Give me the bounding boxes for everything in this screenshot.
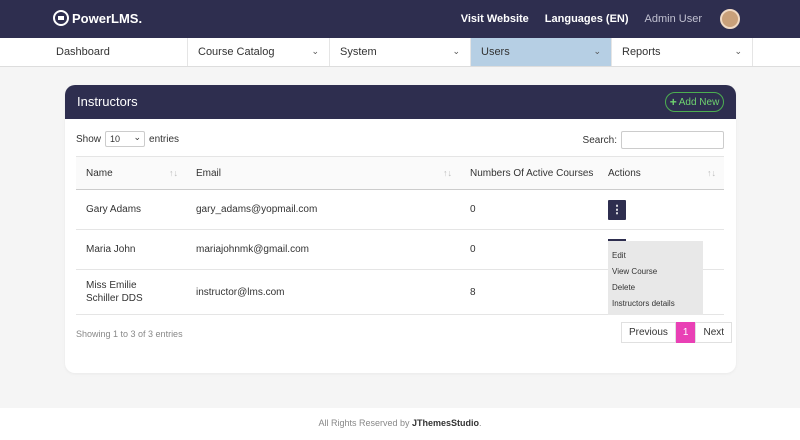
menu-item-instructor-details[interactable]: Instructors details: [608, 295, 703, 311]
visit-website-link[interactable]: Visit Website: [461, 13, 529, 25]
cell-email: instructor@lms.com: [186, 269, 460, 315]
column-header-courses[interactable]: Numbers Of Active Courses ↑↓: [460, 156, 598, 190]
sort-icon: ↑↓: [169, 168, 178, 178]
cell-name: Miss Emilie Schiller DDS: [76, 269, 186, 315]
previous-page-button[interactable]: Previous: [621, 322, 676, 343]
add-new-button[interactable]: + Add New: [665, 92, 724, 112]
column-header-name[interactable]: Name ↑↓: [76, 156, 186, 190]
page-button-current[interactable]: 1: [675, 322, 696, 343]
show-label: Show: [76, 133, 102, 145]
top-links: Visit Website Languages (EN) Admin User: [461, 13, 740, 25]
column-header-email[interactable]: Email ↑↓: [186, 156, 460, 190]
dropdown-toggle-edge[interactable]: [608, 239, 626, 241]
sort-icon: ↑↓: [581, 168, 590, 178]
table-row: Gary Adams gary_adams@yopmail.com 0 ⋮: [76, 189, 724, 230]
chevron-down-icon: ⌄: [734, 46, 742, 56]
nav-dashboard[interactable]: Dashboard: [46, 38, 188, 66]
menu-item-edit[interactable]: Edit: [608, 247, 703, 263]
cell-courses: 0: [460, 229, 598, 270]
sort-icon: ↑↓: [707, 168, 716, 178]
nav-label: Users: [481, 46, 510, 58]
chevron-down-icon: ⌄: [593, 46, 601, 56]
header-label: Actions: [608, 167, 641, 179]
nav-label: Dashboard: [56, 46, 110, 58]
logo-icon: [53, 10, 69, 26]
sort-icon: ↑↓: [443, 168, 452, 178]
page-size-control: Show 10 ⌄ entries: [76, 131, 179, 147]
header-label: Numbers Of Active Courses: [470, 167, 594, 179]
footer-brand-link[interactable]: JThemesStudio: [412, 418, 479, 428]
footer-suffix: .: [479, 418, 482, 428]
menu-item-view-course[interactable]: View Course: [608, 263, 703, 279]
footer: All Rights Reserved by JThemesStudio.: [0, 408, 800, 440]
nav-reports[interactable]: Reports ⌄: [612, 38, 753, 66]
kebab-icon: ⋮: [611, 204, 623, 216]
table-info: Showing 1 to 3 of 3 entries: [76, 329, 183, 339]
nav-course-catalog[interactable]: Course Catalog ⌄: [188, 38, 330, 66]
actions-dropdown-menu: Edit View Course Delete Instructors deta…: [608, 239, 703, 315]
nav-label: System: [340, 46, 377, 58]
footer-text: All Rights Reserved by: [318, 418, 412, 428]
cell-courses: 8: [460, 269, 598, 315]
column-header-actions[interactable]: Actions ↑↓: [598, 156, 724, 190]
cell-email: mariajohnmk@gmail.com: [186, 229, 460, 270]
pagination: Previous 1 Next: [621, 322, 733, 343]
cell-actions: ⋮: [598, 189, 724, 230]
page-size-value: 10: [110, 134, 121, 144]
instructors-card: Instructors + Add New Show 10 ⌄ entries …: [65, 85, 736, 373]
chevron-down-icon: ⌄: [311, 46, 319, 56]
menu-item-delete[interactable]: Delete: [608, 279, 703, 295]
search-label: Search:: [582, 134, 617, 146]
cell-name: Maria John: [76, 229, 186, 270]
main-nav: Dashboard Course Catalog ⌄ System ⌄ User…: [0, 38, 800, 67]
add-new-label: Add New: [678, 96, 720, 108]
brand-logo[interactable]: PowerLMS.: [53, 10, 142, 26]
plus-icon: +: [669, 95, 677, 109]
table-header-row: Name ↑↓ Email ↑↓ Numbers Of Active Cours…: [76, 156, 724, 190]
cell-email: gary_adams@yopmail.com: [186, 189, 460, 230]
top-bar: PowerLMS. Visit Website Languages (EN) A…: [0, 0, 800, 38]
nav-users[interactable]: Users ⌄: [471, 38, 612, 66]
user-name[interactable]: Admin User: [645, 13, 702, 25]
nav-system[interactable]: System ⌄: [330, 38, 471, 66]
cell-courses: 0: [460, 189, 598, 230]
brand-name: PowerLMS.: [72, 10, 143, 26]
languages-menu[interactable]: Languages (EN): [545, 13, 629, 25]
entries-label: entries: [149, 133, 180, 145]
search-control: Search:: [583, 131, 724, 149]
header-label: Name: [86, 167, 113, 179]
nav-label: Course Catalog: [198, 46, 275, 58]
page-size-select[interactable]: 10 ⌄: [105, 131, 146, 147]
nav-label: Reports: [622, 46, 661, 58]
chevron-down-icon: ⌄: [452, 46, 460, 56]
search-input[interactable]: [621, 131, 724, 149]
card-header: Instructors + Add New: [65, 85, 736, 119]
next-page-button[interactable]: Next: [695, 322, 733, 343]
header-label: Email: [196, 167, 222, 179]
cell-name: Gary Adams: [76, 189, 186, 230]
user-avatar[interactable]: [720, 9, 740, 29]
card-title: Instructors: [77, 94, 138, 109]
chevron-down-icon: ⌄: [133, 132, 142, 142]
more-actions-button[interactable]: ⋮: [608, 199, 626, 220]
